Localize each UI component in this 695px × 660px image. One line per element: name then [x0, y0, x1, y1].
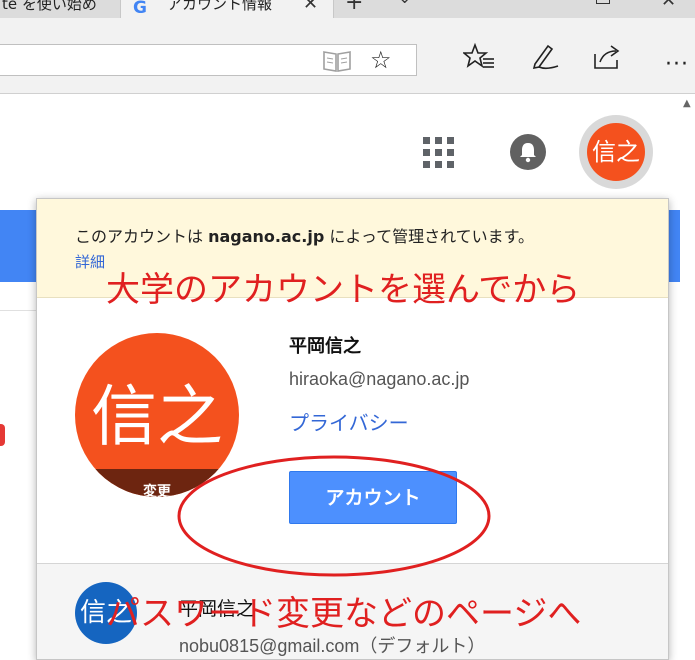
- annotation-ellipse: [177, 455, 491, 577]
- more-menu-icon[interactable]: ···: [665, 52, 689, 77]
- tab-inactive-title: te を使い始め: [2, 0, 97, 13]
- new-tab-icon[interactable]: +: [345, 0, 363, 15]
- tab-list-chevron-icon[interactable]: ⌄: [398, 0, 411, 7]
- minimize-icon[interactable]: —: [530, 0, 548, 9]
- other-account-email: nobu0815@gmail.com（デフォルト）: [179, 636, 486, 656]
- header-banner-left: [0, 210, 40, 282]
- apps-grid-icon[interactable]: [423, 137, 455, 169]
- managed-notice-text: このアカウントは nagano.ac.jp によって管理されています。: [75, 227, 535, 246]
- google-favicon-icon: G: [133, 0, 147, 18]
- managed-domain: nagano.ac.jp: [208, 227, 325, 246]
- avatar: 信之: [587, 123, 645, 181]
- profile-avatar-text: 信之: [91, 378, 223, 455]
- tab-inactive[interactable]: te を使い始め: [0, 0, 114, 16]
- tab-active[interactable]: G アカウント情報 ✕: [120, 0, 334, 18]
- privacy-link[interactable]: プライバシー: [289, 407, 409, 436]
- favorites-hub-icon[interactable]: [461, 42, 495, 76]
- scrollbar[interactable]: ▲: [680, 94, 695, 646]
- share-icon[interactable]: [592, 42, 624, 76]
- user-name: 平岡信之: [289, 336, 361, 357]
- tab-active-title: アカウント情報: [167, 0, 273, 13]
- address-bar[interactable]: ☆: [0, 44, 417, 76]
- user-email: hiraoka@nagano.ac.jp: [289, 369, 470, 389]
- web-note-pen-icon[interactable]: [528, 42, 560, 76]
- favorite-star-icon[interactable]: ☆: [370, 46, 392, 74]
- annotation-top: 大学のアカウントを選んでから: [106, 270, 581, 310]
- reading-view-icon[interactable]: [322, 49, 352, 77]
- tab-close-icon[interactable]: ✕: [303, 0, 318, 16]
- annotation-bottom: パスワード変更などのページへ: [106, 594, 582, 634]
- scroll-up-arrow-icon[interactable]: ▲: [683, 98, 691, 109]
- maximize-icon[interactable]: [596, 0, 610, 4]
- tab-bar: te を使い始め G アカウント情報 ✕ + ⌄ — ✕: [0, 0, 695, 18]
- page-accent-mark: [0, 424, 5, 446]
- notifications-bell-icon[interactable]: [510, 134, 546, 170]
- window-close-icon[interactable]: ✕: [661, 0, 676, 11]
- details-link[interactable]: 詳細: [75, 251, 105, 272]
- page-divider: [0, 310, 40, 311]
- browser-toolbar: ☆ ···: [0, 18, 695, 94]
- account-avatar-button[interactable]: 信之: [579, 115, 653, 189]
